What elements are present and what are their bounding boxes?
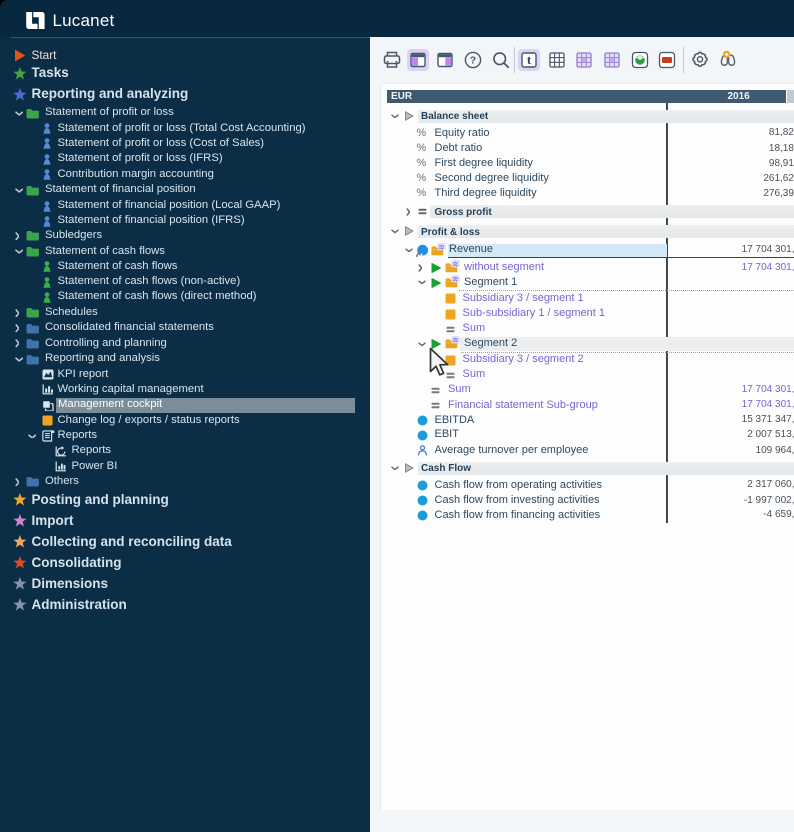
svg-text:?: ? bbox=[469, 55, 475, 67]
svg-text:t: t bbox=[526, 52, 531, 67]
